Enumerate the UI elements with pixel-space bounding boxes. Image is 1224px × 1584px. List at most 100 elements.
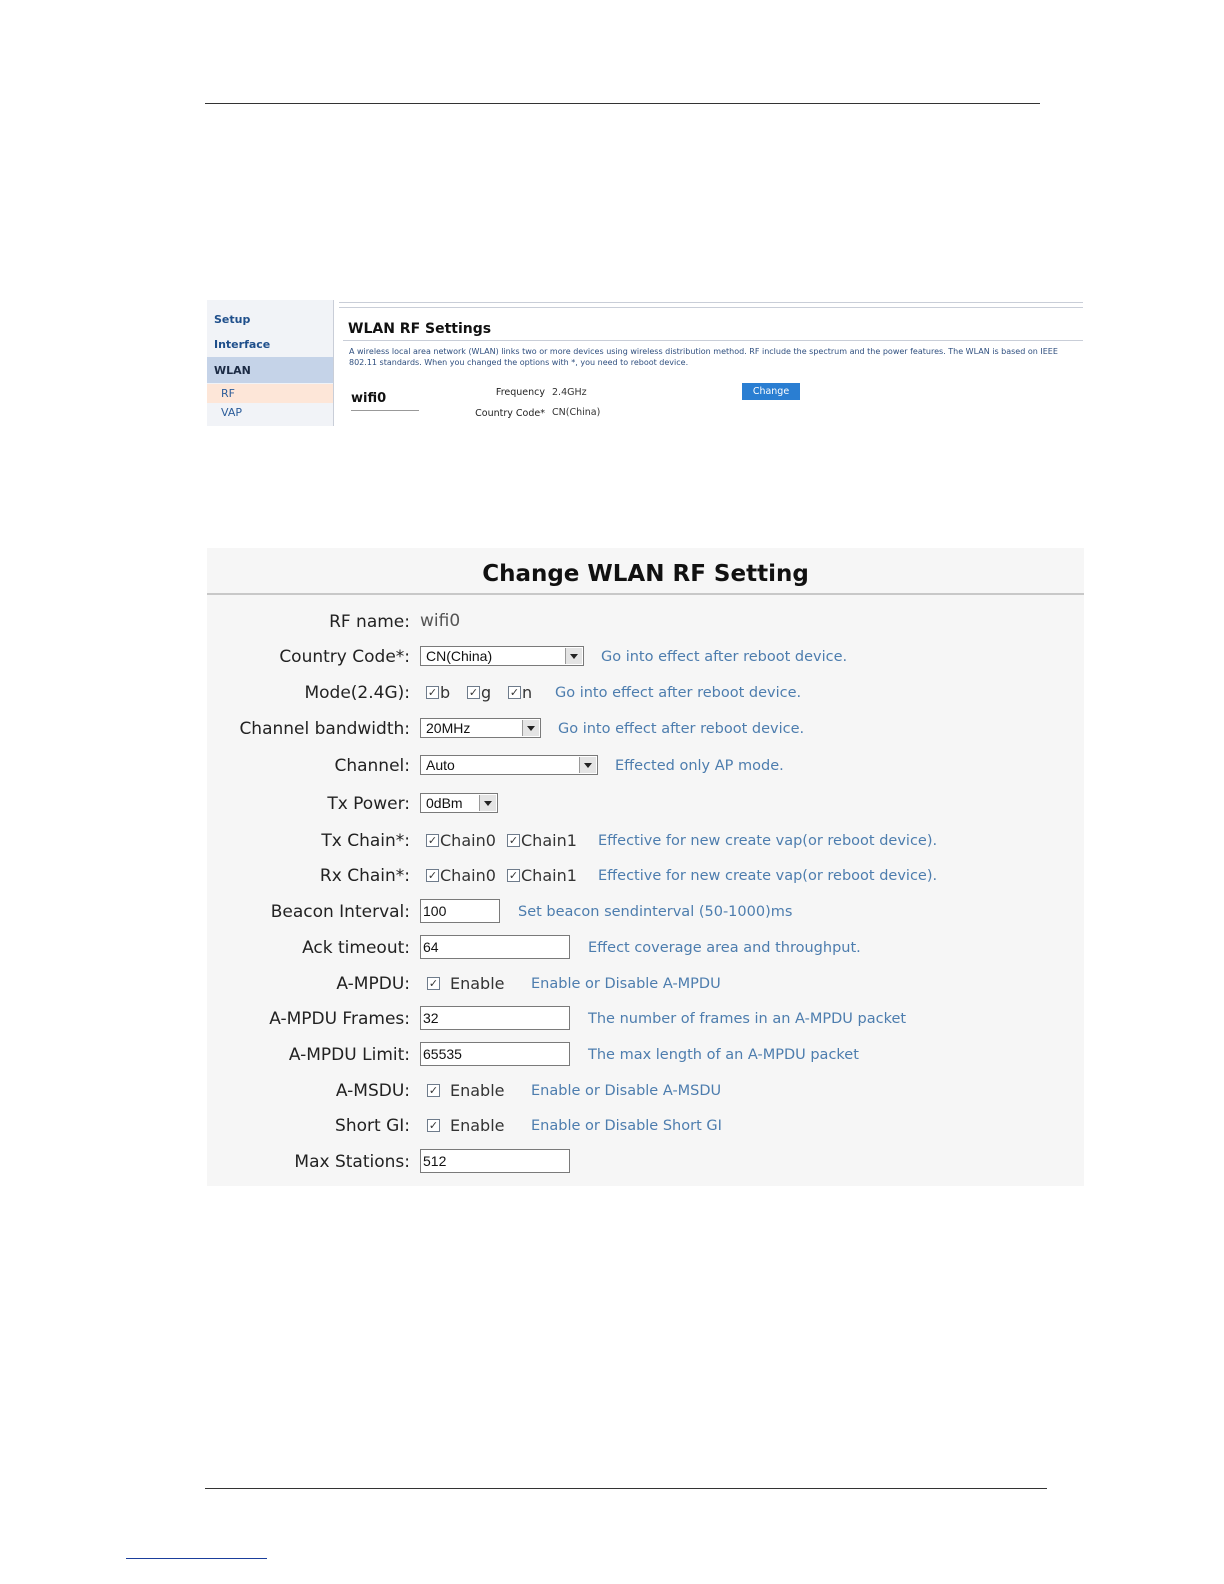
- beacon-interval-label: Beacon Interval:: [270, 902, 410, 922]
- tx-chain0-checkbox[interactable]: ✓: [426, 834, 439, 847]
- ampdu-limit-input[interactable]: 65535: [420, 1042, 570, 1066]
- channel-select[interactable]: Auto: [420, 755, 598, 775]
- divider: [343, 340, 1083, 341]
- chevron-down-icon[interactable]: [579, 757, 596, 773]
- channel-hint: Effected only AP mode.: [615, 758, 784, 774]
- chevron-down-icon[interactable]: [565, 648, 582, 664]
- tx-chain-label: Tx Chain*:: [321, 831, 410, 851]
- ack-timeout-input[interactable]: 64: [420, 935, 570, 959]
- sidebar-item-setup[interactable]: Setup: [214, 313, 340, 326]
- ampdu-frames-hint: The number of frames in an A-MPDU packet: [588, 1011, 907, 1027]
- divider: [339, 307, 1083, 308]
- row-ack-timeout: Ack timeout: 64 Effect coverage area and…: [207, 933, 1084, 963]
- header-rule: [205, 103, 1040, 104]
- row-mode: Mode(2.4G): ✓ b ✓ g ✓ n Go into effect a…: [207, 678, 1084, 708]
- frequency-value: 2.4GHz: [552, 387, 587, 398]
- beacon-interval-input[interactable]: 100: [420, 899, 500, 923]
- chevron-down-icon[interactable]: [522, 720, 539, 736]
- amsdu-hint: Enable or Disable A-MSDU: [531, 1083, 722, 1099]
- row-channel: Channel: Auto Effected only AP mode.: [207, 751, 1084, 781]
- amsdu-checkbox[interactable]: ✓: [427, 1084, 440, 1097]
- divider: [207, 593, 1084, 595]
- tx-power-value: 0dBm: [426, 795, 463, 811]
- page-title: WLAN RF Settings: [348, 321, 492, 337]
- ampdu-hint: Enable or Disable A-MPDU: [531, 976, 721, 992]
- tx-power-label: Tx Power:: [327, 794, 410, 814]
- country-code-value: CN(China): [552, 407, 601, 418]
- main-content: WLAN RF Settings A wireless local area n…: [335, 300, 1083, 426]
- rx-chain0-label: Chain0: [440, 866, 496, 885]
- form-title: Change WLAN RF Setting: [482, 561, 809, 587]
- mode-g-checkbox[interactable]: ✓: [467, 686, 480, 699]
- ampdu-frames-input[interactable]: 32: [420, 1006, 570, 1030]
- short-gi-hint: Enable or Disable Short GI: [531, 1118, 722, 1134]
- mode-hint: Go into effect after reboot device.: [555, 685, 802, 701]
- tx-chain-hint: Effective for new create vap(or reboot d…: [598, 833, 938, 849]
- ack-timeout-label: Ack timeout:: [302, 938, 410, 958]
- rf-name-label: RF name:: [329, 612, 410, 632]
- sidebar-item-rf[interactable]: RF: [207, 384, 333, 403]
- country-code-label: Country Code*: [475, 408, 545, 419]
- tx-chain1-label: Chain1: [521, 831, 577, 850]
- row-rf-name: RF name: wifi0: [207, 607, 1084, 637]
- country-code-select[interactable]: CN(China): [420, 646, 584, 666]
- row-country-code: Country Code*: CN(China) Go into effect …: [207, 642, 1084, 672]
- frequency-label: Frequency: [495, 387, 545, 398]
- short-gi-checkbox[interactable]: ✓: [427, 1119, 440, 1132]
- rx-chain-hint: Effective for new create vap(or reboot d…: [598, 868, 938, 884]
- rf-name-value: wifi0: [420, 611, 461, 631]
- ampdu-enable-label: Enable: [450, 974, 505, 993]
- footer-rule: [205, 1488, 1047, 1489]
- tx-chain0-label: Chain0: [440, 831, 496, 850]
- country-code-value: CN(China): [426, 648, 493, 664]
- channel-value: Auto: [426, 757, 455, 773]
- sidebar-item-vap[interactable]: VAP: [221, 406, 347, 419]
- sidebar-item-interface[interactable]: Interface: [214, 338, 340, 351]
- rf-name: wifi0: [351, 391, 387, 406]
- country-code-hint: Go into effect after reboot device.: [601, 649, 848, 665]
- ack-timeout-hint: Effect coverage area and throughput.: [588, 940, 861, 956]
- rx-chain0-checkbox[interactable]: ✓: [426, 869, 439, 882]
- channel-bandwidth-value: 20MHz: [426, 720, 471, 736]
- max-stations-label: Max Stations:: [294, 1152, 410, 1172]
- change-button[interactable]: Change: [742, 383, 800, 400]
- footer-link-underline[interactable]: [126, 1558, 267, 1559]
- channel-bandwidth-hint: Go into effect after reboot device.: [558, 721, 805, 737]
- tx-power-select[interactable]: 0dBm: [420, 793, 498, 813]
- row-amsdu: A-MSDU: ✓ Enable Enable or Disable A-MSD…: [207, 1076, 1084, 1106]
- row-rx-chain: Rx Chain*: ✓ Chain0 ✓ Chain1 Effective f…: [207, 861, 1084, 891]
- rx-chain1-label: Chain1: [521, 866, 577, 885]
- sidebar-item-wlan[interactable]: WLAN: [207, 357, 333, 383]
- ampdu-limit-hint: The max length of an A-MPDU packet: [588, 1047, 859, 1063]
- chevron-down-icon[interactable]: [479, 795, 496, 811]
- max-stations-input[interactable]: 512: [420, 1149, 570, 1173]
- mode-n-checkbox[interactable]: ✓: [508, 686, 521, 699]
- row-ampdu-frames: A-MPDU Frames: 32 The number of frames i…: [207, 1004, 1084, 1034]
- channel-label: Channel:: [334, 756, 410, 776]
- row-beacon-interval: Beacon Interval: 100 Set beacon sendinte…: [207, 897, 1084, 927]
- ampdu-label: A-MPDU:: [336, 974, 410, 994]
- row-tx-chain: Tx Chain*: ✓ Chain0 ✓ Chain1 Effective f…: [207, 826, 1084, 856]
- channel-bandwidth-select[interactable]: 20MHz: [420, 718, 541, 738]
- sidebar: Setup Interface WLAN RF VAP: [207, 300, 334, 426]
- tx-chain1-checkbox[interactable]: ✓: [507, 834, 520, 847]
- row-short-gi: Short GI: ✓ Enable Enable or Disable Sho…: [207, 1111, 1084, 1141]
- ampdu-checkbox[interactable]: ✓: [427, 977, 440, 990]
- ampdu-limit-label: A-MPDU Limit:: [288, 1045, 410, 1065]
- change-wlan-rf-setting-form: Change WLAN RF Setting RF name: wifi0 Co…: [207, 548, 1084, 1186]
- country-code-label: Country Code*:: [279, 647, 410, 667]
- mode-b-label: b: [440, 683, 451, 702]
- mode-label: Mode(2.4G):: [304, 683, 410, 703]
- rx-chain1-checkbox[interactable]: ✓: [507, 869, 520, 882]
- divider: [351, 410, 419, 411]
- mode-g-label: g: [481, 683, 492, 702]
- ampdu-frames-label: A-MPDU Frames:: [269, 1009, 410, 1029]
- sidebar-item-wlan-label: WLAN: [214, 364, 251, 377]
- short-gi-label: Short GI:: [335, 1116, 410, 1136]
- beacon-interval-hint: Set beacon sendinterval (50-1000)ms: [518, 904, 793, 920]
- amsdu-label: A-MSDU:: [335, 1081, 410, 1101]
- mode-n-label: n: [522, 683, 533, 702]
- mode-b-checkbox[interactable]: ✓: [426, 686, 439, 699]
- row-channel-bandwidth: Channel bandwidth: 20MHz Go into effect …: [207, 714, 1084, 744]
- wlan-rf-settings-screenshot: Setup Interface WLAN RF VAP WLAN RF Sett…: [207, 300, 1083, 426]
